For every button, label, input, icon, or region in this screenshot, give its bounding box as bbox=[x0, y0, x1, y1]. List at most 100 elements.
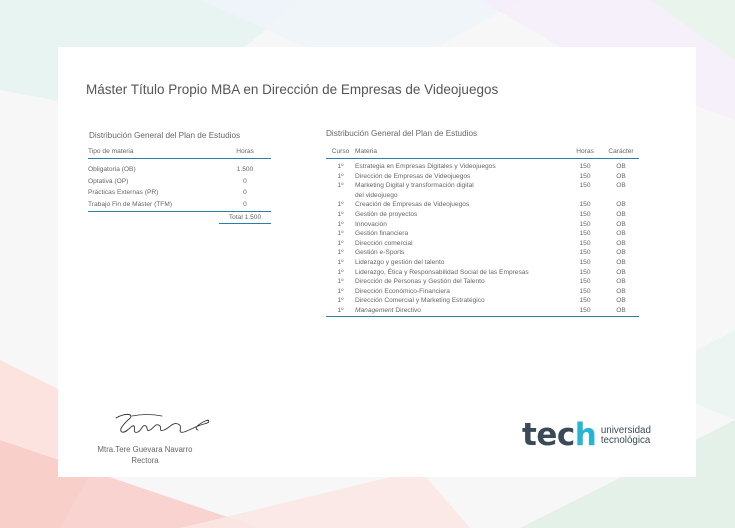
curso-cell: 1º bbox=[337, 297, 344, 305]
materia-cell: Gestión de proyectos bbox=[355, 210, 418, 218]
caracter-cell: OB bbox=[616, 258, 626, 266]
table-row: 1º Innovación 150 OB bbox=[326, 220, 639, 230]
caracter-cell: OB bbox=[616, 172, 626, 180]
table-row: Obligatoria (OB) 1.500 bbox=[88, 159, 271, 176]
curso-cell: 1º bbox=[337, 182, 344, 190]
table-row: 1º Liderazgo, Ética y Responsabilidad So… bbox=[326, 268, 639, 278]
horas-cell: 0 bbox=[219, 198, 271, 212]
logo-wordmark-accent: h bbox=[574, 417, 597, 453]
logo-line-1: universidad bbox=[600, 424, 651, 436]
logo-wordmark: tec bbox=[522, 417, 575, 453]
table-row: 1º Dirección comercial 150 OB bbox=[326, 239, 639, 249]
logo-subtitle: universidad tecnológica bbox=[600, 424, 651, 446]
horas-cell: 150 bbox=[579, 172, 591, 180]
table-row: 1º Marketing Digital y transformación di… bbox=[326, 181, 639, 200]
horas-cell: 150 bbox=[579, 182, 591, 190]
caracter-cell: OB bbox=[616, 239, 626, 247]
horas-cell: 150 bbox=[579, 287, 591, 295]
materia-cell: Gestión financiera bbox=[355, 230, 409, 238]
horas-cell: 1.500 bbox=[236, 166, 254, 174]
table-row: 1º Creación de Empresas de Videojuegos 1… bbox=[326, 200, 639, 210]
curso-cell: 1º bbox=[337, 278, 344, 286]
materia-cell: Management Directivo bbox=[355, 305, 567, 317]
tipo-cell: Obligatoria (OB) bbox=[88, 166, 136, 174]
curso-cell: 1º bbox=[337, 230, 344, 238]
materia-italic: Management bbox=[355, 306, 394, 314]
plan-table: Curso Materia Horas Carácter 1º Estrateg… bbox=[326, 148, 639, 317]
tipo-cell: Optativa (OP) bbox=[88, 177, 129, 185]
tipo-cell: Trabajo Fin de Máster (TFM) bbox=[88, 198, 219, 212]
materia-cell: Liderazgo, Ética y Responsabilidad Socia… bbox=[355, 268, 529, 276]
caracter-cell: OB bbox=[616, 220, 626, 228]
table-row: 1º Dirección Económico-Financiera 150 OB bbox=[326, 287, 639, 297]
table-row: 1º Dirección de Empresas de Videojuegos … bbox=[326, 172, 639, 182]
materia-cell: Dirección Comercial y Marketing Estratég… bbox=[355, 297, 485, 305]
plan-section-title: Distribución General del Plan de Estudio… bbox=[326, 129, 478, 138]
horas-cell: 150 bbox=[579, 239, 591, 247]
caracter-cell: OB bbox=[616, 297, 626, 305]
horas-cell: 150 bbox=[579, 210, 591, 218]
table-row: 1º Dirección Comercial y Marketing Estra… bbox=[326, 296, 639, 306]
summary-header-row: Tipo de materia Horas bbox=[88, 148, 271, 159]
materia-cell: Creación de Empresas de Videojuegos bbox=[355, 201, 470, 209]
summary-section-title: Distribución General del Plan de Estudio… bbox=[89, 131, 241, 140]
caracter-cell: OB bbox=[616, 230, 626, 238]
materia-cell: Innovación bbox=[355, 220, 387, 228]
signatory-role: Rectora bbox=[131, 456, 159, 465]
curso-cell: 1º bbox=[337, 258, 344, 266]
column-header: Horas bbox=[219, 148, 271, 159]
tipo-cell: Prácticas Externas (PR) bbox=[88, 189, 159, 197]
caracter-cell: OB bbox=[616, 210, 626, 218]
summary-table: Tipo de materia Horas Obligatoria (OB) 1… bbox=[88, 148, 271, 224]
curso-cell: 1º bbox=[337, 172, 344, 180]
horas-cell: 150 bbox=[579, 268, 591, 276]
caracter-cell: OB bbox=[603, 305, 639, 317]
table-row: Prácticas Externas (PR) 0 bbox=[88, 187, 271, 199]
total-row: Total 1.500 bbox=[88, 211, 271, 224]
table-row: Trabajo Fin de Máster (TFM) 0 bbox=[88, 198, 271, 212]
horas-cell: 150 bbox=[579, 249, 591, 257]
horas-cell: 150 bbox=[579, 278, 591, 286]
materia-cell: Dirección comercial bbox=[355, 239, 413, 247]
table-row: 1º Management Directivo 150 OB bbox=[326, 305, 639, 317]
caracter-cell: OB bbox=[616, 201, 626, 209]
horas-cell: 150 bbox=[579, 297, 591, 305]
total-cell: Total 1.500 bbox=[219, 211, 271, 224]
materia-line: Marketing Digital y transformación digit… bbox=[355, 182, 474, 190]
table-row: 1º Estrategia en Empresas Digitales y Vi… bbox=[326, 159, 639, 172]
table-row: Optativa (OP) 0 bbox=[88, 176, 271, 188]
curso-cell: 1º bbox=[337, 201, 344, 209]
tech-logo: tec h universidad tecnológica bbox=[522, 420, 651, 451]
curso-cell: 1º bbox=[337, 210, 344, 218]
table-row: 1º Gestión financiera 150 OB bbox=[326, 229, 639, 239]
document-title: Máster Título Propio MBA en Dirección de… bbox=[86, 82, 499, 97]
column-header: Horas bbox=[567, 148, 603, 159]
curso-cell: 1º bbox=[337, 220, 344, 228]
materia-line: del videojuego bbox=[355, 191, 398, 199]
signatory: Mtra.Tere Guevara Navarro Rectora bbox=[70, 444, 220, 466]
horas-cell: 0 bbox=[243, 177, 247, 185]
materia-cell: Dirección de Empresas de Videojuegos bbox=[355, 172, 471, 180]
horas-cell: 150 bbox=[567, 305, 603, 317]
table-row: 1º Dirección de Personas y Gestión del T… bbox=[326, 277, 639, 287]
horas-cell: 150 bbox=[579, 163, 591, 170]
materia-cell: Liderazgo y gestión del talento bbox=[355, 258, 445, 266]
signature-image bbox=[115, 413, 210, 433]
materia-cell: Marketing Digital y transformación digit… bbox=[355, 181, 567, 200]
horas-cell: 150 bbox=[579, 258, 591, 266]
materia-text: Directivo bbox=[393, 306, 421, 314]
curso-cell: 1º bbox=[326, 305, 355, 317]
horas-cell: 0 bbox=[243, 189, 247, 197]
table-row: 1º Liderazgo y gestión del talento 150 O… bbox=[326, 258, 639, 268]
table-row: 1º Gestión de proyectos 150 OB bbox=[326, 210, 639, 220]
horas-cell: 150 bbox=[579, 201, 591, 209]
caracter-cell: OB bbox=[616, 249, 626, 257]
curso-cell: 1º bbox=[337, 163, 344, 170]
materia-cell: Dirección de Personas y Gestión del Tale… bbox=[355, 278, 485, 286]
caracter-cell: OB bbox=[616, 287, 626, 295]
materia-cell: Dirección Económico-Financiera bbox=[355, 287, 450, 295]
caracter-cell: OB bbox=[616, 278, 626, 286]
curso-cell: 1º bbox=[337, 268, 344, 276]
caracter-cell: OB bbox=[616, 163, 626, 170]
curso-cell: 1º bbox=[337, 239, 344, 247]
